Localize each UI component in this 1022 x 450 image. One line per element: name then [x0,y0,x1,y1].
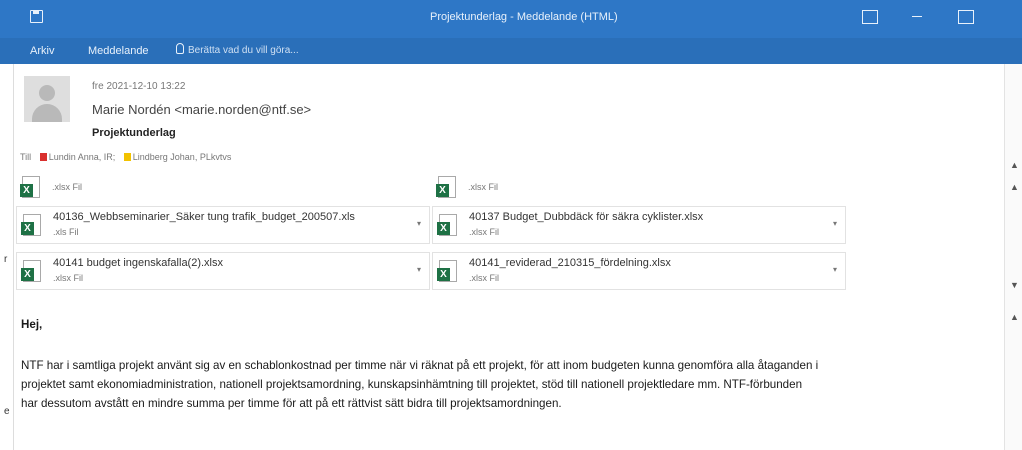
tab-arkiv[interactable]: Arkiv [30,45,54,57]
attachment[interactable]: X .xlsx Fil [432,170,844,206]
body-line: har dessutom avstått en mindre summa per… [21,397,562,410]
presence-icon [39,153,47,161]
edge-mark: r [4,254,8,265]
attachment[interactable]: X 40141_reviderad_210315_fördelning.xlsx… [432,252,846,290]
excel-icon: X [437,214,457,236]
to-label: Till [20,152,32,162]
attachment[interactable]: X 40136_Webbseminarier_Säker tung trafik… [16,206,430,244]
scroll-down-icon[interactable]: ▼ [1010,280,1019,290]
scroll-up-icon[interactable]: ▲ [1010,312,1019,322]
excel-icon: X [437,260,457,282]
recipient[interactable]: Lundin Anna, IR; [49,152,116,162]
attachment[interactable]: X 40137 Budget_Dubbdäck för säkra cyklis… [432,206,846,244]
attachment-name: 40136_Webbseminarier_Säker tung trafik_b… [53,211,355,223]
restore-ribbon-icon[interactable] [862,10,878,24]
title-bar: Projektunderlag - Meddelande (HTML) [0,0,1022,38]
minimize-icon[interactable] [910,10,924,22]
subject: Projektunderlag [92,127,176,139]
attachment-type: .xlsx Fil [468,182,498,192]
save-icon[interactable] [30,10,43,23]
attachment[interactable]: X .xlsx Fil [16,170,428,206]
lightbulb-icon [176,43,184,54]
tell-me-search[interactable]: Berätta vad du vill göra... [188,45,299,56]
scroll-up-icon[interactable]: ▲ [1010,160,1019,170]
recipient[interactable]: Lindberg Johan, PLkvtvs [133,152,232,162]
message-date: fre 2021-12-10 13:22 [92,81,186,92]
attachment-type: .xlsx Fil [469,227,499,237]
maximize-icon[interactable] [958,10,974,24]
attachment-name: 40141_reviderad_210315_fördelning.xlsx [469,257,671,269]
recipients-row: Till Lundin Anna, IR; Lindberg Johan, PL… [20,152,231,162]
chevron-down-icon[interactable]: ▾ [833,265,837,274]
left-panel-edge: r e [0,64,14,450]
presence-icon [123,153,131,161]
chevron-down-icon[interactable]: ▾ [833,219,837,228]
attachment[interactable]: X 40141 budget ingenskafalla(2).xlsx .xl… [16,252,430,290]
attachment-type: .xlsx Fil [469,273,499,283]
chevron-down-icon[interactable]: ▾ [417,219,421,228]
body-line: NTF har i samtliga projekt använt sig av… [21,359,819,372]
attachment-type: .xls Fil [53,227,79,237]
excel-icon: X [21,214,41,236]
excel-icon: X [436,176,456,198]
chevron-down-icon[interactable]: ▾ [417,265,421,274]
tab-meddelande[interactable]: Meddelande [88,45,149,57]
greeting: Hej, [21,318,43,331]
body-line: projektet samt ekonomiadministration, na… [21,378,803,391]
sender[interactable]: Marie Nordén <marie.norden@ntf.se> [92,102,311,117]
attachment-name: 40137 Budget_Dubbdäck för säkra cykliste… [469,211,704,223]
attachment-name: 40141 budget ingenskafalla(2).xlsx [53,257,224,269]
avatar [24,76,70,122]
excel-icon: X [20,176,40,198]
ribbon: Arkiv Meddelande Berätta vad du vill gör… [0,38,1022,64]
scrollbar[interactable]: ▲ ▲ ▼ ▲ [1004,64,1022,450]
window-title: Projektunderlag - Meddelande (HTML) [430,11,618,23]
edge-mark: e [4,406,10,417]
excel-icon: X [21,260,41,282]
attachment-type: .xlsx Fil [53,273,83,283]
attachment-type: .xlsx Fil [52,182,82,192]
scroll-up-icon[interactable]: ▲ [1010,182,1019,192]
